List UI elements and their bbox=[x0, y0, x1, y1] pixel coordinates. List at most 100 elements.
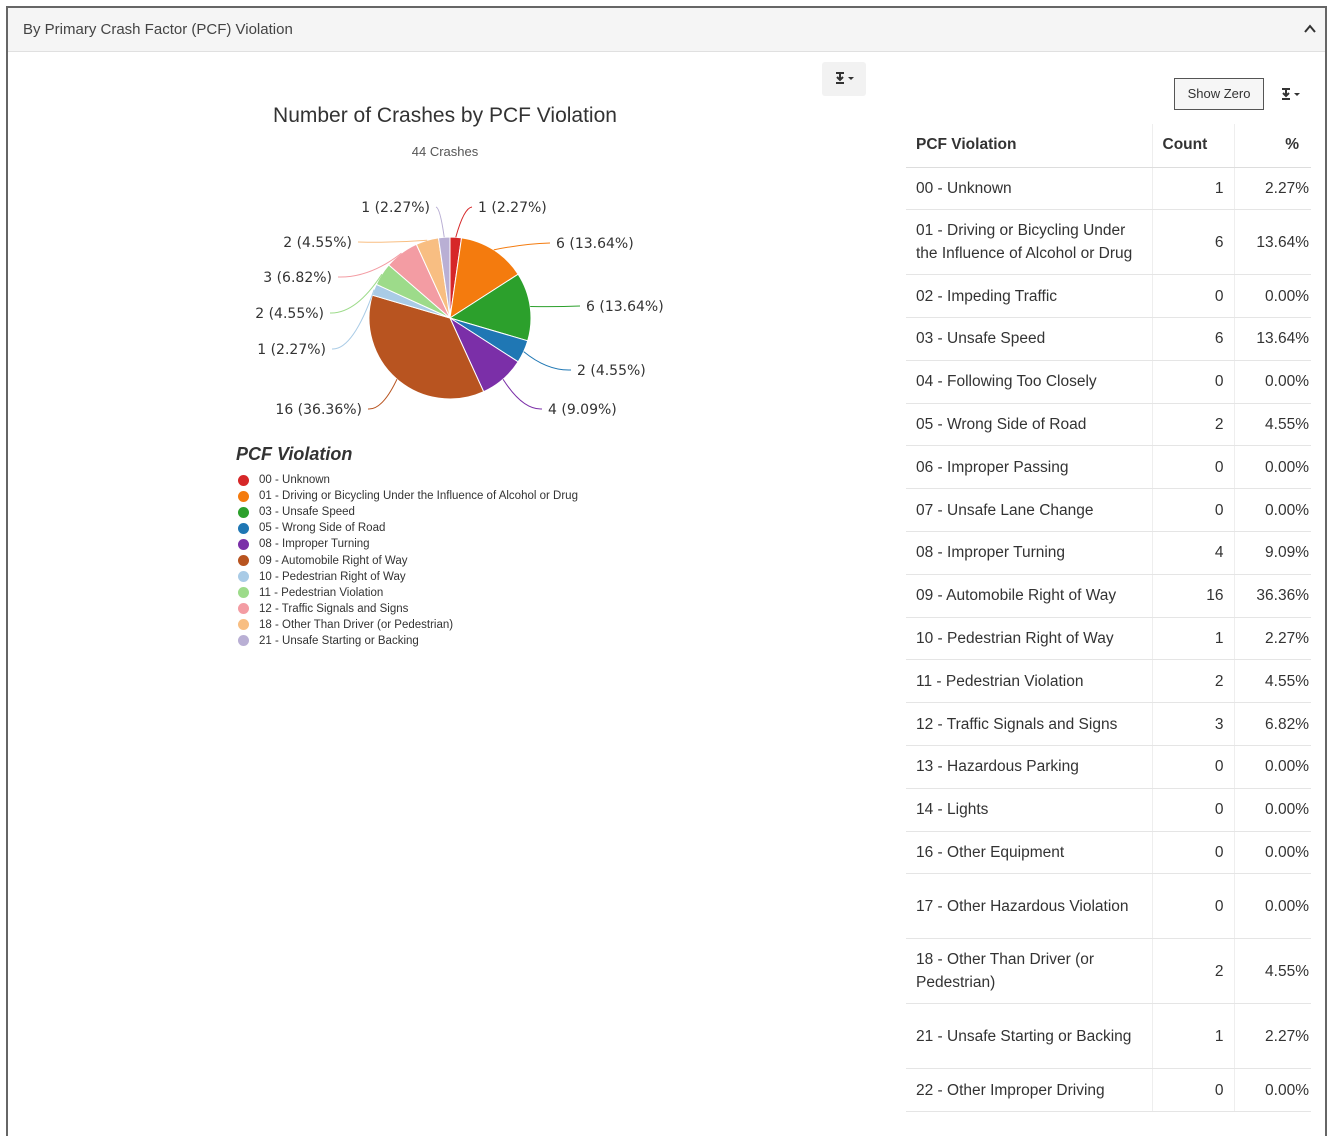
column-header-percent[interactable]: % bbox=[1234, 124, 1311, 168]
pie-connector bbox=[455, 206, 473, 238]
pie-connector bbox=[530, 305, 581, 308]
count-cell: 0 bbox=[1152, 360, 1235, 404]
count-cell: 0 bbox=[1152, 745, 1235, 789]
count-cell: 1 bbox=[1152, 167, 1235, 211]
violation-cell: 11 - Pedestrian Violation bbox=[906, 659, 1153, 704]
violation-cell: 14 - Lights bbox=[906, 788, 1153, 832]
percent-cell: 0.00% bbox=[1234, 873, 1311, 940]
percent-cell: 0.00% bbox=[1234, 1068, 1311, 1113]
violation-cell: 07 - Unsafe Lane Change bbox=[906, 488, 1153, 533]
chevron-up-icon[interactable] bbox=[1301, 20, 1319, 38]
table-row: 04 - Following Too Closely 0 0.00% bbox=[906, 360, 1311, 404]
show-zero-button[interactable]: Show Zero bbox=[1174, 78, 1264, 110]
legend-swatch bbox=[238, 603, 249, 615]
legend-label: 08 - Improper Turning bbox=[259, 538, 370, 551]
chart-legend: 00 - Unknown 01 - Driving or Bicycling Un… bbox=[238, 472, 578, 649]
pie-data-label: 4 (9.09%) bbox=[548, 402, 617, 418]
legend-label: 00 - Unknown bbox=[259, 474, 330, 487]
percent-cell: 4.55% bbox=[1234, 659, 1311, 704]
pie-data-label: 2 (4.55%) bbox=[283, 235, 352, 251]
legend-swatch bbox=[238, 587, 249, 599]
violation-cell: 13 - Hazardous Parking bbox=[906, 745, 1153, 789]
violation-cell: 08 - Improper Turning bbox=[906, 531, 1153, 575]
pie-connector bbox=[523, 351, 572, 371]
violation-cell: 17 - Other Hazardous Violation bbox=[906, 873, 1153, 940]
download-icon bbox=[1282, 88, 1300, 100]
pie-connector bbox=[435, 206, 445, 238]
table-row: 22 - Other Improper Driving 0 0.00% bbox=[906, 1068, 1311, 1113]
legend-item[interactable]: 00 - Unknown bbox=[238, 472, 578, 488]
percent-cell: 0.00% bbox=[1234, 360, 1311, 404]
legend-item[interactable]: 05 - Wrong Side of Road bbox=[238, 520, 578, 536]
violation-cell: 16 - Other Equipment bbox=[906, 831, 1153, 875]
legend-title: PCF Violation bbox=[236, 444, 353, 464]
percent-cell: 4.55% bbox=[1234, 938, 1311, 1005]
legend-label: 01 - Driving or Bicycling Under the Infl… bbox=[259, 490, 578, 503]
table-row: 05 - Wrong Side of Road 2 4.55% bbox=[906, 403, 1311, 447]
violation-cell: 05 - Wrong Side of Road bbox=[906, 403, 1153, 447]
legend-swatch bbox=[238, 474, 249, 486]
table-row: 08 - Improper Turning 4 9.09% bbox=[906, 531, 1311, 575]
legend-swatch bbox=[238, 538, 249, 550]
percent-cell: 9.09% bbox=[1234, 531, 1311, 575]
pie-data-label: 6 (13.64%) bbox=[586, 299, 664, 315]
table-row: 01 - Driving or Bicycling Under the Infl… bbox=[906, 209, 1311, 276]
percent-cell: 0.00% bbox=[1234, 274, 1311, 319]
count-cell: 2 bbox=[1152, 938, 1235, 1005]
percent-cell: 4.55% bbox=[1234, 403, 1311, 447]
pie-data-label: 16 (36.36%) bbox=[275, 402, 362, 418]
violation-cell: 18 - Other Than Driver (or Pedestrian) bbox=[906, 938, 1153, 1005]
percent-cell: 0.00% bbox=[1234, 445, 1311, 490]
percent-cell: 0.00% bbox=[1234, 488, 1311, 533]
legend-label: 21 - Unsafe Starting or Backing bbox=[259, 634, 419, 647]
legend-item[interactable]: 10 - Pedestrian Right of Way bbox=[238, 569, 578, 585]
legend-label: 10 - Pedestrian Right of Way bbox=[259, 570, 406, 583]
legend-item[interactable]: 03 - Unsafe Speed bbox=[238, 504, 578, 520]
table-row: 00 - Unknown 1 2.27% bbox=[906, 167, 1311, 211]
table-row: 07 - Unsafe Lane Change 0 0.00% bbox=[906, 488, 1311, 533]
violation-cell: 02 - Impeding Traffic bbox=[906, 274, 1153, 319]
column-header-violation[interactable]: PCF Violation bbox=[906, 124, 1153, 168]
pie-data-label: 3 (6.82%) bbox=[263, 270, 332, 286]
count-cell: 0 bbox=[1152, 873, 1235, 940]
table-export-button[interactable] bbox=[1268, 78, 1312, 110]
legend-swatch bbox=[238, 522, 249, 534]
count-cell: 1 bbox=[1152, 1003, 1235, 1070]
legend-label: 09 - Automobile Right of Way bbox=[259, 554, 408, 567]
legend-item[interactable]: 12 - Traffic Signals and Signs bbox=[238, 601, 578, 617]
pie-chart: 1 (2.27%) 6 (13.64%) 6 (13.64%) 2 (4.55%) 4 … bbox=[255, 200, 664, 418]
count-cell: 2 bbox=[1152, 403, 1235, 447]
table-row: 06 - Improper Passing 0 0.00% bbox=[906, 445, 1311, 490]
table-row: 12 - Traffic Signals and Signs 3 6.82% bbox=[906, 702, 1311, 747]
legend-label: 03 - Unsafe Speed bbox=[259, 506, 355, 519]
legend-item[interactable]: 21 - Unsafe Starting or Backing bbox=[238, 633, 578, 649]
pie-connector bbox=[357, 239, 428, 243]
pie-connector bbox=[493, 242, 551, 251]
legend-label: 18 - Other Than Driver (or Pedestrian) bbox=[259, 618, 454, 631]
legend-item[interactable]: 18 - Other Than Driver (or Pedestrian) bbox=[238, 617, 578, 633]
count-cell: 6 bbox=[1152, 209, 1235, 276]
percent-cell: 2.27% bbox=[1234, 167, 1311, 211]
table-row: 16 - Other Equipment 0 0.00% bbox=[906, 831, 1311, 875]
count-cell: 1 bbox=[1152, 617, 1235, 661]
legend-swatch bbox=[238, 555, 249, 567]
count-cell: 4 bbox=[1152, 531, 1235, 575]
legend-item[interactable]: 11 - Pedestrian Violation bbox=[238, 585, 578, 601]
column-header-count[interactable]: Count bbox=[1152, 124, 1235, 168]
legend-item[interactable]: 09 - Automobile Right of Way bbox=[238, 552, 578, 568]
violation-cell: 12 - Traffic Signals and Signs bbox=[906, 702, 1153, 747]
count-cell: 6 bbox=[1152, 317, 1235, 361]
legend-label: 11 - Pedestrian Violation bbox=[259, 586, 384, 599]
table-row: 02 - Impeding Traffic 0 0.00% bbox=[906, 274, 1311, 319]
pie-connector bbox=[502, 378, 543, 410]
percent-cell: 0.00% bbox=[1234, 831, 1311, 875]
legend-label: 05 - Wrong Side of Road bbox=[259, 522, 386, 535]
legend-item[interactable]: 01 - Driving or Bicycling Under the Infl… bbox=[238, 488, 578, 504]
percent-cell: 13.64% bbox=[1234, 317, 1311, 361]
pie-data-label: 2 (4.55%) bbox=[577, 363, 646, 379]
pcf-table: PCF Violation Count % 00 - Unknown 1 2.27%… bbox=[906, 124, 1311, 1113]
legend-item[interactable]: 08 - Improper Turning bbox=[238, 536, 578, 552]
table-row: 14 - Lights 0 0.00% bbox=[906, 788, 1311, 832]
percent-cell: 6.82% bbox=[1234, 702, 1311, 747]
pie-data-label: 1 (2.27%) bbox=[361, 200, 430, 216]
